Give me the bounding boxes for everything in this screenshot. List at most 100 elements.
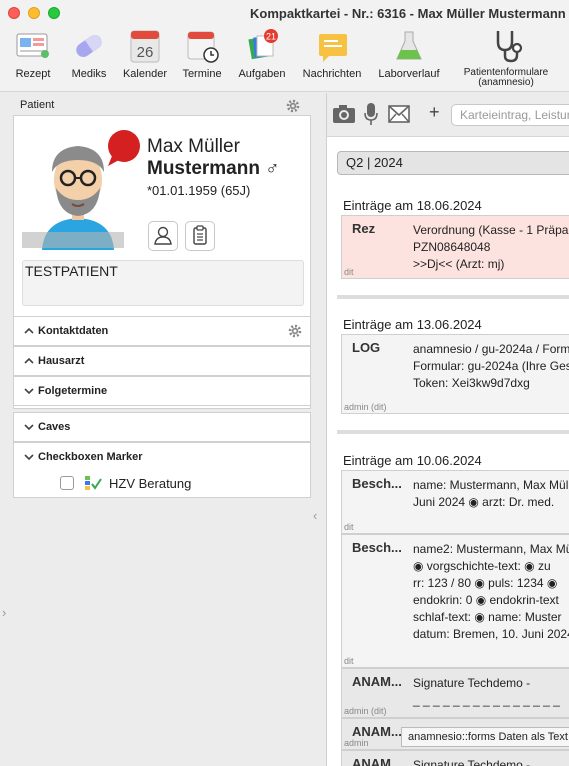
section-kontaktdaten-title: Kontaktdaten [38,325,109,337]
entry-code: ANAM... [352,756,402,766]
entry-line: ◉ vorgschichte-text: ◉ zu [413,559,551,573]
main-toolbar: Rezept Mediks 26 Kalender Termine 21 Auf… [0,26,569,92]
prescription-icon [16,33,49,58]
entry-line: rr: 123 / 80 ◉ puls: 1234 ◉ [413,576,558,590]
entry-befund-1[interactable]: Besch... name: Mustermann, Max Müller Ju… [341,470,569,534]
tooltip: anamnesio::forms Daten als Text [401,727,569,747]
entry-anamnesio-3[interactable]: ANAM... Signature Techdemo - [341,750,569,766]
day-separator [337,430,569,434]
entry-line: PZN08648048 [413,240,491,254]
clipboard-button[interactable] [185,221,215,251]
entry-code: LOG [352,340,381,355]
entry-text: name2: Mustermann, Max Müller ◉ vorgschi… [413,541,569,643]
checkbox-row-hzv: HZV Beratung [13,468,311,498]
gear-icon[interactable] [288,324,302,338]
entry-line: Signature Techdemo - [413,676,531,690]
section-folgetermine[interactable]: Folgetermine [13,376,311,406]
karteieintrag-search-input[interactable]: Karteieintrag, Leistung [451,104,569,126]
entry-code: Besch... [352,540,402,555]
section-hausarzt-title: Hausarzt [38,355,85,367]
patientenformulare-button[interactable]: Patientenformulare (anamnesio) [454,28,558,88]
zoom-window-button[interactable] [48,7,60,19]
entry-rezept[interactable]: Rez Verordnung (Kasse - 1 Präparat) PZN0… [341,215,569,279]
checklist-icon [85,476,102,490]
nachrichten-button[interactable]: Nachrichten [298,28,366,80]
entry-author: dit [344,267,354,277]
entry-text: Verordnung (Kasse - 1 Präparat) PZN08648… [413,222,569,273]
kalender-button[interactable]: 26 Kalender [119,28,171,80]
tasks-badge: 21 [266,32,276,42]
gear-icon[interactable] [286,99,300,113]
pill-icon [76,34,102,58]
section-kontaktdaten[interactable]: Kontaktdaten [13,316,311,346]
mediks-label: Mediks [71,68,107,80]
entry-text: name: Mustermann, Max Müller Juni 2024 ◉… [413,477,569,511]
patient-last-name: Mustermann ♂ [147,158,280,180]
entry-author: admin [344,738,369,748]
entry-author: dit [344,656,354,666]
collapse-left-icon[interactable]: › [2,605,6,620]
add-entry-button[interactable]: + [429,102,440,123]
termine-label: Termine [182,68,222,80]
chevron-up-icon [24,327,34,334]
entry-author: dit [344,522,354,532]
entry-line: Verordnung (Kasse - 1 Präparat) [413,223,569,237]
entry-line: anamnesio / gu-2024a / Formular [413,342,569,356]
day-separator [337,295,569,299]
entry-author: admin (dit) [344,706,387,716]
entry-code: Rez [352,221,376,236]
entry-text: Signature Techdemo - [413,757,530,766]
section-checkboxen-marker[interactable]: Checkboxen Marker [13,442,311,469]
collapse-pane-icon[interactable]: ‹ [313,508,317,523]
hzv-checkbox[interactable] [60,476,74,490]
entry-author: admin (dit) [344,402,387,412]
entry-line: _ _ _ _ _ _ _ _ _ _ _ _ _ _ _ [413,693,560,707]
section-hausarzt[interactable]: Hausarzt [13,346,311,376]
mediks-button[interactable]: Mediks [66,28,112,80]
stethoscope-icon [496,31,523,63]
rezept-button[interactable]: Rezept [10,28,56,80]
message-icon [319,34,347,62]
date-header-10062024: Einträge am 10.06.2024 [343,453,482,468]
chevron-up-icon [24,357,34,364]
window-title: Kompaktkartei - Nr.: 6316 - Max Müller M… [250,6,566,21]
patient-last-name-text: Mustermann [147,158,260,179]
entry-line: >>Dj<< (Arzt: mj) [413,257,505,271]
close-window-button[interactable] [8,7,20,19]
patient-details-button[interactable] [148,221,178,251]
calendar-day: 26 [137,44,154,61]
rezept-label: Rezept [15,68,51,80]
microphone-icon[interactable] [363,102,379,126]
section-caves[interactable]: Caves [13,412,311,442]
entry-code: ANAM... [352,724,402,739]
patient-note[interactable]: TESTPATIENT [22,260,304,306]
entry-text: anamnesio / gu-2024a / Formular Formular… [413,341,569,392]
section-checkboxen-marker-title: Checkboxen Marker [38,451,143,463]
patient-first-name: Max Müller [147,136,240,157]
entry-log[interactable]: LOG anamnesio / gu-2024a / Formular Form… [341,334,569,414]
quarter-selector[interactable]: Q2 | 2024 [337,151,569,175]
entry-anamnesio-1[interactable]: ANAM... Signature Techdemo - _ _ _ _ _ _… [341,668,569,718]
entry-line: datum: Bremen, 10. Juni 2024 [413,627,569,641]
entry-befund-2[interactable]: Besch... name2: Mustermann, Max Müller ◉… [341,534,569,668]
aufgaben-button[interactable]: 21 Aufgaben [234,28,290,80]
person-icon [154,226,172,245]
laborverlauf-button[interactable]: Laborverlauf [374,28,444,80]
date-header-13062024: Einträge am 13.06.2024 [343,317,482,332]
calendar-icon: 26 [130,30,160,63]
termine-button[interactable]: Termine [178,28,226,80]
entry-line: name2: Mustermann, Max Müller [413,542,569,556]
hzv-label: HZV Beratung [109,476,192,491]
patient-marker-icons [22,232,124,248]
entry-line: name: Mustermann, Max Müller [413,478,569,492]
date-header-18062024: Einträge am 18.06.2024 [343,198,482,213]
entry-line: Formular: gu-2024a (Ihre Gesundheit) [413,359,569,373]
karteikarte-toolbar: + Karteieintrag, Leistung [327,93,569,137]
camera-icon[interactable] [332,104,356,124]
chevron-down-icon [24,424,34,431]
patientenformulare-sublabel: (anamnesio) [478,77,534,88]
mail-icon[interactable] [388,105,410,123]
minimize-window-button[interactable] [28,7,40,19]
section-caves-title: Caves [38,421,71,433]
nachrichten-label: Nachrichten [302,68,362,80]
